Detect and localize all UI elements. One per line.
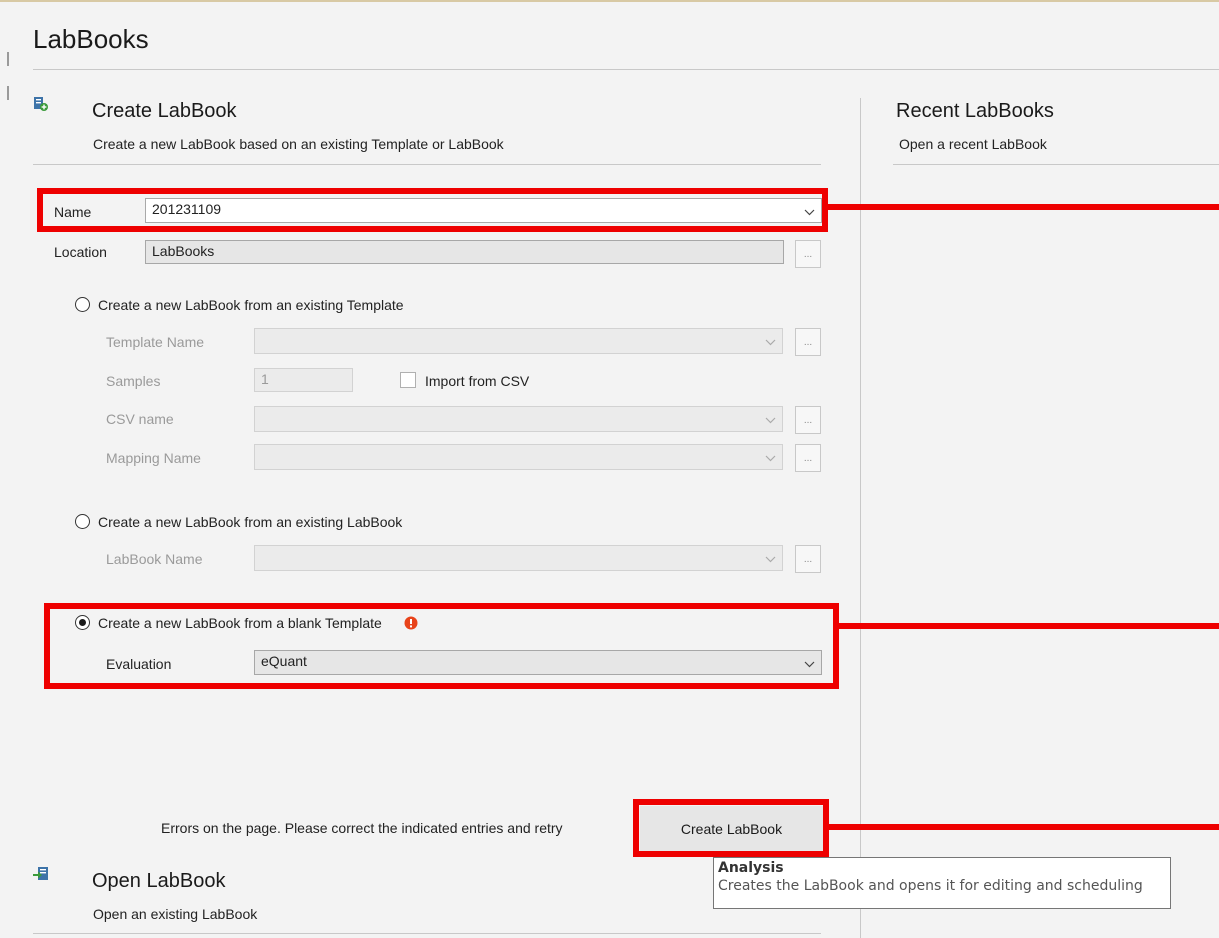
radio-existing-labbook[interactable] (75, 514, 90, 529)
import-csv-checkbox[interactable] (400, 372, 416, 388)
template-name-label: Template Name (106, 334, 205, 350)
window-top-border (0, 0, 1219, 2)
radio-existing-labbook-label: Create a new LabBook from an existing La… (98, 514, 403, 530)
template-name-combobox[interactable] (254, 328, 783, 354)
annotation-line-blank-template (839, 623, 1219, 629)
recent-section-divider (893, 164, 1219, 165)
location-field[interactable]: LabBooks (145, 240, 784, 264)
page-title: LabBooks (33, 24, 149, 54)
annotation-box-name (37, 188, 828, 232)
csv-name-label: CSV name (106, 411, 174, 427)
labbook-browse-button[interactable]: ... (795, 545, 821, 573)
title-divider (33, 69, 1219, 70)
labbook-name-label: LabBook Name (106, 551, 203, 567)
left-edge-mark (7, 52, 9, 66)
create-labbook-icon (33, 96, 49, 112)
open-section-title: Open LabBook (92, 870, 226, 892)
import-csv-label: Import from CSV (425, 373, 530, 389)
annotation-box-blank-template (44, 603, 839, 689)
mapping-name-combobox[interactable] (254, 444, 783, 470)
radio-existing-template[interactable] (75, 297, 90, 312)
create-section-title: Create LabBook (92, 100, 237, 122)
location-browse-button[interactable]: ... (795, 240, 821, 268)
location-label: Location (54, 244, 107, 260)
create-section-divider (33, 164, 821, 165)
column-divider (860, 98, 861, 938)
mapping-name-label: Mapping Name (106, 450, 201, 466)
samples-field[interactable]: 1 (254, 368, 353, 392)
create-button-tooltip: Analysis Creates the LabBook and opens i… (713, 857, 1171, 909)
chevron-down-icon[interactable] (765, 449, 776, 465)
tooltip-title: Analysis (718, 860, 784, 876)
chevron-down-icon[interactable] (765, 411, 776, 427)
chevron-down-icon[interactable] (765, 550, 776, 566)
annotation-box-create-button (633, 799, 829, 857)
open-section-divider (33, 933, 821, 934)
mapping-browse-button[interactable]: ... (795, 444, 821, 472)
csv-name-combobox[interactable] (254, 406, 783, 432)
labbook-name-combobox[interactable] (254, 545, 783, 571)
annotation-line-name (828, 204, 1219, 210)
radio-existing-template-label: Create a new LabBook from an existing Te… (98, 297, 404, 313)
tooltip-text: Creates the LabBook and opens it for edi… (718, 878, 1143, 894)
open-labbook-icon (33, 866, 49, 882)
template-browse-button[interactable]: ... (795, 328, 821, 356)
csv-browse-button[interactable]: ... (795, 406, 821, 434)
recent-section-subtitle: Open a recent LabBook (899, 136, 1047, 152)
samples-value: 1 (261, 371, 269, 387)
samples-label: Samples (106, 373, 161, 389)
location-value: LabBooks (152, 243, 215, 259)
error-message: Errors on the page. Please correct the i… (161, 820, 563, 836)
recent-section-title: Recent LabBooks (896, 100, 1054, 122)
open-section-subtitle: Open an existing LabBook (93, 906, 258, 922)
create-section-subtitle: Create a new LabBook based on an existin… (93, 136, 504, 152)
annotation-line-create-button (829, 824, 1219, 830)
left-edge-mark (7, 86, 9, 100)
chevron-down-icon[interactable] (765, 333, 776, 349)
